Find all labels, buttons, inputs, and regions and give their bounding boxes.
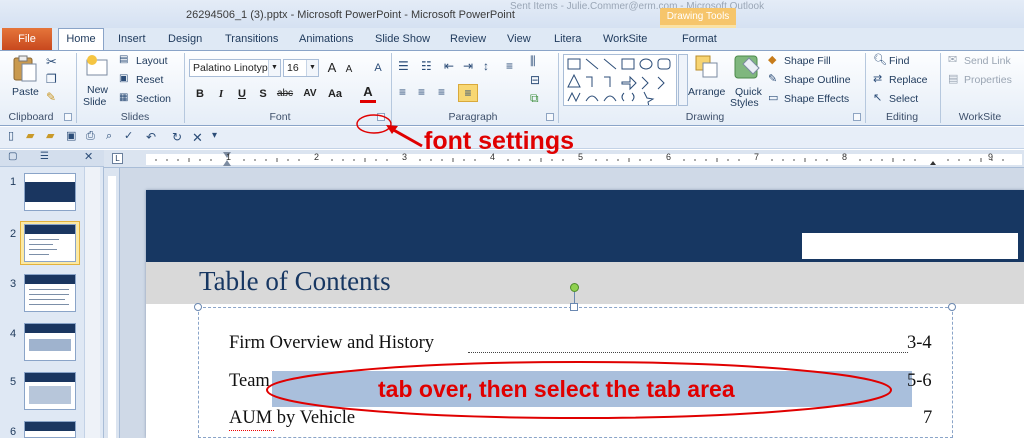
annotation-tab-note: tab over, then select the tab area: [378, 376, 735, 402]
annotation-overlay: [266, 114, 892, 419]
annotation-font-settings: font settings: [424, 127, 574, 155]
font-launcher-circle: [356, 114, 392, 134]
annotation-arrow: [389, 126, 423, 148]
